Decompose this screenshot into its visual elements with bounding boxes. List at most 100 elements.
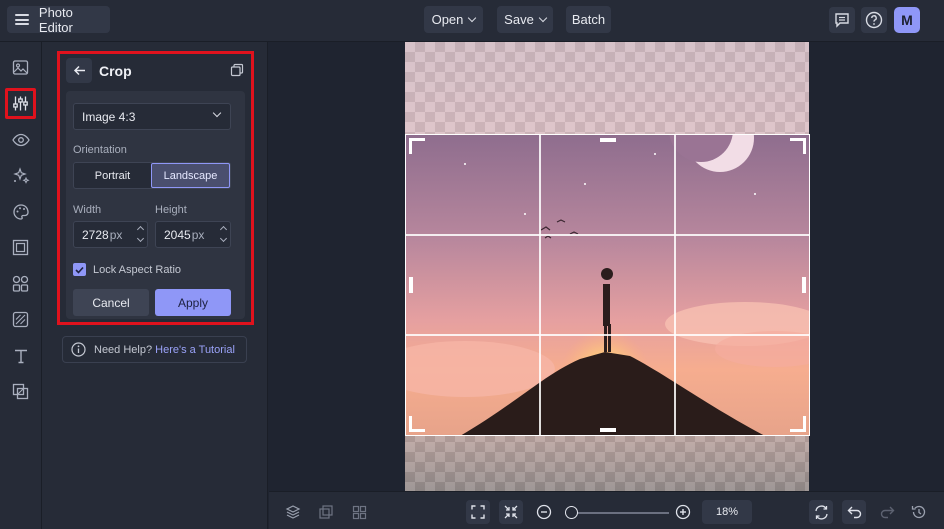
landscape-option[interactable]: Landscape bbox=[151, 163, 230, 188]
apply-button[interactable]: Apply bbox=[155, 289, 231, 316]
paint-palette-icon bbox=[12, 203, 29, 220]
sidebar-item-view[interactable] bbox=[5, 124, 36, 155]
sidebar-item-image[interactable] bbox=[5, 52, 36, 83]
tutorial-link[interactable]: Here's a Tutorial bbox=[155, 344, 235, 356]
lock-aspect-label: Lock Aspect Ratio bbox=[93, 263, 182, 276]
height-input[interactable]: 2045 px bbox=[155, 221, 231, 248]
info-icon bbox=[71, 342, 86, 357]
height-label: Height bbox=[155, 204, 187, 216]
comment-icon bbox=[835, 13, 849, 28]
duplicate-icon bbox=[319, 505, 333, 519]
chevron-up-icon[interactable] bbox=[136, 225, 145, 234]
sidebar-item-frames[interactable] bbox=[5, 232, 36, 263]
width-label: Width bbox=[73, 204, 102, 216]
flip-rotate-icon bbox=[814, 504, 828, 520]
lock-aspect-checkbox[interactable] bbox=[73, 263, 86, 276]
zoom-slider-track[interactable] bbox=[569, 512, 669, 514]
crop-title: Crop bbox=[99, 62, 132, 79]
adjust-sliders-icon bbox=[13, 96, 28, 111]
chevron-down-icon bbox=[538, 13, 548, 22]
crop-panel: Crop Image 4:3 Orientation Portrait Land… bbox=[42, 42, 268, 529]
graphics-shapes-icon bbox=[12, 275, 29, 292]
redo-icon bbox=[880, 506, 894, 518]
zoom-slider-handle[interactable] bbox=[565, 506, 578, 519]
help-text: Need Help? Here's a Tutorial bbox=[94, 344, 235, 356]
fit-screen-button[interactable] bbox=[466, 500, 490, 524]
avatar[interactable]: M bbox=[894, 7, 920, 33]
canvas-workspace[interactable] bbox=[269, 42, 944, 491]
sidebar-item-paint[interactable] bbox=[5, 196, 36, 227]
back-button[interactable] bbox=[66, 58, 92, 83]
help-button[interactable] bbox=[861, 7, 887, 33]
crop-handle-bottom-right[interactable] bbox=[790, 416, 806, 432]
crop-frame bbox=[405, 134, 810, 436]
batch-label: Batch bbox=[571, 12, 606, 27]
crop-handle-bottom-left[interactable] bbox=[409, 416, 425, 432]
redo-button[interactable] bbox=[875, 500, 899, 524]
width-value: 2728 bbox=[82, 227, 109, 242]
width-stepper[interactable] bbox=[136, 225, 145, 243]
image-icon bbox=[12, 60, 29, 75]
app-menu-button[interactable]: Photo Editor bbox=[7, 4, 110, 35]
eye-icon bbox=[11, 133, 30, 146]
save-button[interactable]: Save bbox=[497, 6, 553, 33]
aspect-ratio-value: Image 4:3 bbox=[82, 109, 136, 124]
portrait-option[interactable]: Portrait bbox=[74, 163, 151, 188]
undo-icon bbox=[847, 506, 861, 518]
overlay-icon bbox=[12, 383, 29, 400]
flip-rotate-button[interactable] bbox=[809, 500, 833, 524]
zoom-in-button[interactable] bbox=[671, 500, 695, 524]
cancel-button[interactable]: Cancel bbox=[73, 289, 149, 316]
chevron-down-icon[interactable] bbox=[219, 234, 228, 243]
grid-icon bbox=[352, 505, 366, 519]
zoom-level[interactable]: 18% bbox=[702, 500, 752, 524]
zoom-out-button[interactable] bbox=[532, 500, 556, 524]
batch-button[interactable]: Batch bbox=[566, 6, 611, 33]
crop-handle-top[interactable] bbox=[600, 138, 616, 142]
layers-button[interactable] bbox=[281, 500, 305, 524]
grid-button[interactable] bbox=[347, 500, 371, 524]
top-bar: Photo Editor Open Save Batch M bbox=[0, 0, 944, 42]
help-icon bbox=[865, 11, 883, 29]
shrink-button[interactable] bbox=[499, 500, 523, 524]
crop-handle-right[interactable] bbox=[802, 277, 806, 293]
aspect-ratio-select[interactable]: Image 4:3 bbox=[73, 103, 231, 130]
zoom-out-icon bbox=[536, 504, 552, 520]
history-button[interactable] bbox=[907, 500, 931, 524]
checkmark-icon bbox=[75, 266, 84, 274]
sidebar-item-textures[interactable] bbox=[5, 304, 36, 335]
zoom-in-icon bbox=[675, 504, 691, 520]
lock-aspect-row[interactable]: Lock Aspect Ratio bbox=[73, 263, 181, 276]
sidebar-item-text[interactable] bbox=[5, 340, 36, 371]
height-value: 2045 bbox=[164, 227, 191, 242]
crop-handle-top-left[interactable] bbox=[409, 138, 425, 154]
crop-highlight: Crop Image 4:3 Orientation Portrait Land… bbox=[57, 51, 254, 325]
width-input[interactable]: 2728 px bbox=[73, 221, 148, 248]
height-unit: px bbox=[191, 227, 205, 242]
duplicate-button[interactable] bbox=[314, 500, 338, 524]
sidebar-item-graphics[interactable] bbox=[5, 268, 36, 299]
crop-settings-card: Image 4:3 Orientation Portrait Landscape… bbox=[66, 91, 245, 319]
comment-button[interactable] bbox=[829, 7, 855, 33]
sidebar-item-effects[interactable] bbox=[5, 160, 36, 191]
chevron-down-icon[interactable] bbox=[136, 234, 145, 243]
sidebar-item-adjust[interactable] bbox=[5, 88, 36, 119]
save-label: Save bbox=[504, 12, 534, 27]
sidebar-item-overlays[interactable] bbox=[5, 376, 36, 407]
crop-handle-top-right[interactable] bbox=[790, 138, 806, 154]
crop-handle-left[interactable] bbox=[409, 277, 413, 293]
undo-button[interactable] bbox=[842, 500, 866, 524]
open-button[interactable]: Open bbox=[424, 6, 483, 33]
duplicate-window-icon[interactable] bbox=[230, 63, 244, 82]
fit-screen-icon bbox=[471, 505, 485, 519]
chevron-down-icon bbox=[468, 13, 477, 22]
chevron-down-icon bbox=[212, 108, 222, 118]
app-title: Photo Editor bbox=[38, 4, 73, 35]
chevron-up-icon[interactable] bbox=[219, 225, 228, 234]
help-tutorial-box: Need Help? Here's a Tutorial bbox=[62, 336, 247, 363]
hamburger-menu-icon bbox=[15, 14, 29, 25]
crop-handle-bottom[interactable] bbox=[600, 428, 616, 432]
bottom-toolbar: 18% bbox=[269, 491, 944, 529]
orientation-label: Orientation bbox=[73, 144, 127, 156]
height-stepper[interactable] bbox=[219, 225, 228, 243]
